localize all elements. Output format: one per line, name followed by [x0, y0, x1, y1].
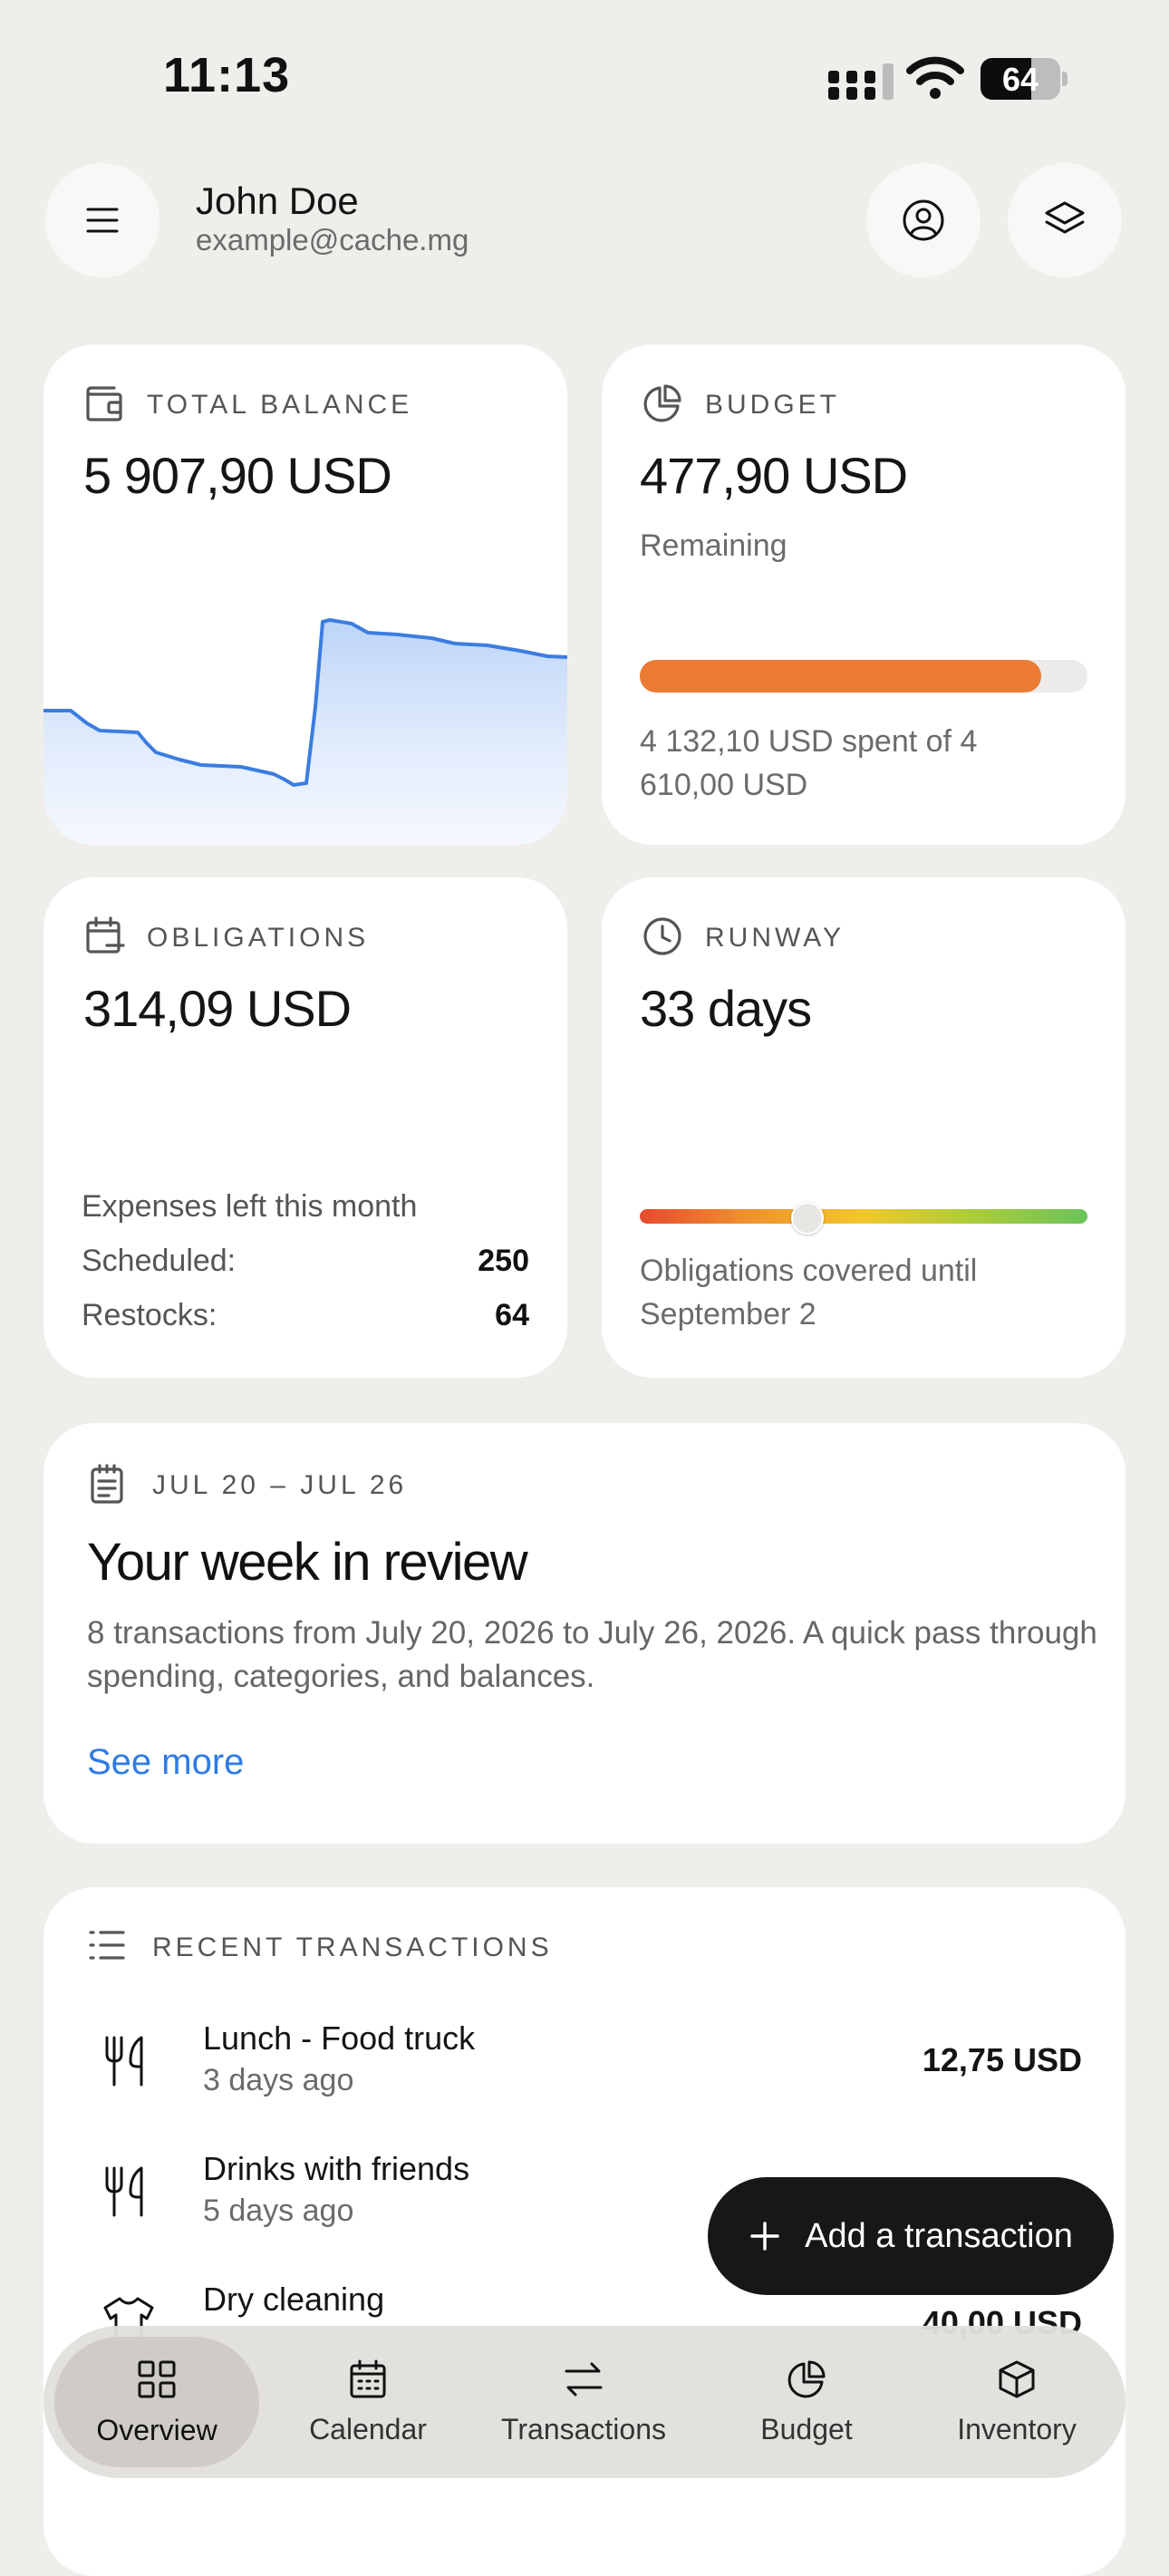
notepad-icon — [87, 1463, 127, 1505]
pie-chart-icon — [642, 383, 683, 424]
nav-inventory[interactable]: Inventory — [917, 2326, 1116, 2478]
battery-tip — [1062, 72, 1068, 86]
budget-card[interactable]: BUDGET 477,90 USD Remaining 4 132,10 USD… — [602, 344, 1126, 845]
obligations-value: 314,09 USD — [83, 980, 352, 1037]
restocks-label: Restocks: — [82, 1298, 217, 1332]
transaction-name[interactable]: Lunch - Food truck — [203, 2019, 475, 2058]
battery-indicator: 64 — [981, 58, 1060, 100]
obligations-label: OBLIGATIONS — [147, 923, 370, 953]
transaction-date: 3 days ago — [203, 2063, 354, 2097]
scheduled-label: Scheduled: — [82, 1244, 237, 1278]
grid-icon — [138, 2360, 176, 2397]
transaction-name[interactable]: Dry cleaning — [203, 2281, 384, 2319]
total-balance-card[interactable]: TOTAL BALANCE 5 907,90 USD — [43, 344, 567, 845]
layers-icon — [1045, 201, 1085, 234]
utensils-icon — [101, 2164, 152, 2219]
scheduled-value: 250 — [478, 1244, 529, 1278]
obligations-card[interactable]: OBLIGATIONS 314,09 USD Expenses left thi… — [43, 877, 567, 1378]
utensils-icon — [101, 2034, 152, 2088]
week-range: JUL 20 – JUL 26 — [152, 1470, 408, 1500]
pie-chart-icon — [787, 2360, 826, 2397]
week-review-title: Your week in review — [87, 1533, 528, 1592]
plus-icon — [750, 2222, 779, 2251]
status-time: 11:13 — [163, 48, 291, 102]
calendar-icon — [350, 2359, 386, 2397]
nav-label: Inventory — [957, 2412, 1077, 2445]
clock-icon — [642, 915, 683, 957]
week-review-card[interactable]: JUL 20 – JUL 26 Your week in review 8 tr… — [43, 1423, 1126, 1844]
profile-button[interactable] — [866, 163, 981, 277]
menu-icon — [86, 208, 119, 233]
budget-spent-text: 4 132,10 USD spent of 4 610,00 USD — [640, 724, 978, 802]
user-name: John Doe — [196, 179, 359, 222]
arrows-icon — [565, 2362, 603, 2396]
budget-progress-track — [640, 660, 1087, 692]
list-icon — [87, 1927, 127, 1963]
budget-remaining-label: Remaining — [640, 528, 787, 563]
runway-card[interactable]: RUNWAY 33 days Obligations covered until… — [602, 877, 1126, 1378]
obligations-note: Expenses left this month — [82, 1189, 418, 1224]
bottom-navigation: Overview Calendar Transactions Budget In… — [43, 2326, 1126, 2478]
balance-trend-chart — [43, 618, 567, 845]
nav-label: Overview — [96, 2413, 217, 2446]
signal-icon — [828, 63, 895, 100]
menu-button[interactable] — [45, 163, 159, 277]
nav-transactions[interactable]: Transactions — [491, 2326, 676, 2478]
wifi-icon — [906, 56, 964, 100]
budget-label: BUDGET — [705, 390, 841, 420]
calendar-minus-icon — [83, 915, 125, 957]
see-more-link[interactable]: See more — [87, 1742, 244, 1783]
nav-budget[interactable]: Budget — [714, 2326, 899, 2478]
runway-gauge — [640, 1202, 1087, 1235]
runway-gauge-marker — [790, 1202, 824, 1235]
restocks-value: 64 — [495, 1298, 529, 1332]
week-review-description: 8 transactions from July 20, 2026 to Jul… — [87, 1615, 1097, 1694]
budget-value: 477,90 USD — [640, 447, 908, 504]
user-email: example@cache.mg — [196, 223, 469, 257]
nav-calendar[interactable]: Calendar — [277, 2326, 459, 2478]
battery-level: 64 — [1001, 61, 1039, 98]
box-icon — [999, 2360, 1035, 2397]
recent-transactions-label: RECENT TRANSACTIONS — [152, 1932, 553, 1962]
runway-value: 33 days — [640, 980, 812, 1037]
nav-label: Calendar — [309, 2412, 427, 2445]
transaction-amount: 12,75 USD — [922, 2041, 1082, 2078]
nav-label: Budget — [760, 2412, 853, 2445]
transaction-date: 5 days ago — [203, 2193, 354, 2228]
nav-label: Transactions — [501, 2412, 666, 2445]
transaction-name[interactable]: Drinks with friends — [203, 2150, 469, 2188]
nav-overview[interactable]: Overview — [54, 2337, 259, 2467]
user-circle-icon — [903, 199, 944, 241]
runway-note: Obligations covered until September 2 — [640, 1254, 978, 1332]
budget-progress-fill — [640, 660, 1041, 692]
layers-button[interactable] — [1008, 163, 1122, 277]
add-transaction-button[interactable]: Add a transaction — [708, 2177, 1114, 2295]
runway-label: RUNWAY — [705, 923, 845, 953]
add-transaction-label: Add a transaction — [805, 2216, 1073, 2255]
